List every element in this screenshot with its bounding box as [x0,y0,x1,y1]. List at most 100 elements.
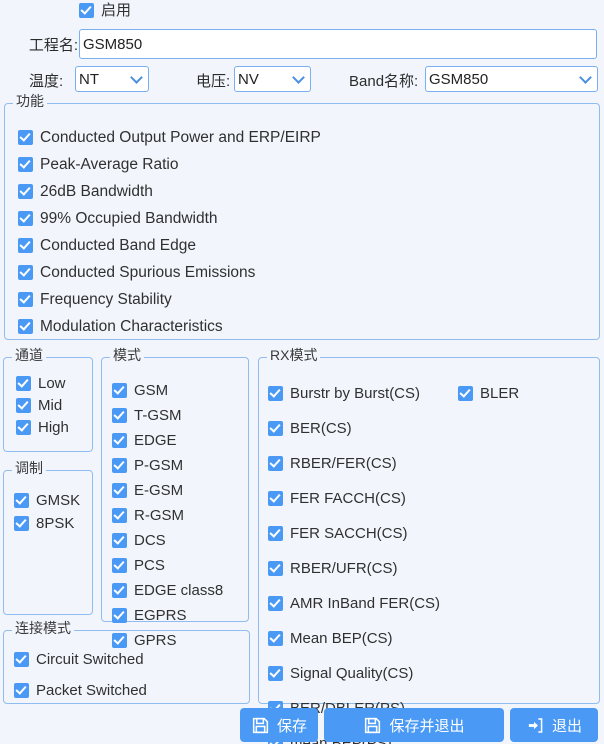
function-checkbox-row[interactable]: Peak-Average Ratio [18,151,321,178]
channel-checkbox-row[interactable]: Mid [16,394,69,416]
rx-label: Mean BEP(CS) [290,630,393,647]
save-button-label: 保存 [276,717,307,735]
mode-checkbox[interactable] [112,458,127,473]
mode-checkbox-row[interactable]: GSM [112,378,223,403]
rx-checkbox-row[interactable]: RBER/UFR(CS) [268,551,519,586]
rx-checkbox[interactable] [268,526,283,541]
band-name-select[interactable]: GSM850 [425,66,598,92]
mode-checkbox[interactable] [112,583,127,598]
rx-checkbox[interactable] [268,561,283,576]
mode-label: EGPRS [134,607,187,624]
rx-checkbox-row[interactable]: Mean BEP(CS) [268,621,519,656]
mode-label: EDGE [134,432,177,449]
modulation-checkbox-row[interactable]: 8PSK [14,512,80,535]
mode-checkbox[interactable] [112,408,127,423]
function-checkbox-row[interactable]: 26dB Bandwidth [18,178,321,205]
rx-checkbox[interactable] [268,666,283,681]
rx-label: AMR InBand FER(CS) [290,595,441,612]
mode-checkbox[interactable] [112,633,127,648]
rx-checkbox[interactable] [268,596,283,611]
mode-checkbox-row[interactable]: GPRS [112,628,223,653]
mode-checkbox[interactable] [112,608,127,623]
enable-label: 启用 [101,2,132,19]
rx-checkbox-row[interactable]: RBER/FER(CS) [268,446,519,481]
function-checkbox[interactable] [18,319,33,334]
connection-label: Circuit Switched [36,651,144,668]
mode-checkbox[interactable] [112,383,127,398]
function-label: Frequency Stability [40,290,172,308]
rx-checkbox-row[interactable]: BER(CS) [268,411,519,446]
function-checkbox[interactable] [18,130,33,145]
mode-label: P-GSM [134,457,184,474]
mode-checkbox-row[interactable]: DCS [112,528,223,553]
rx-checkbox[interactable] [268,491,283,506]
mode-checkbox-row[interactable]: EDGE [112,428,223,453]
mode-checkbox-row[interactable]: EDGE class8 [112,578,223,603]
temperature-label: 温度: [29,73,64,90]
channel-checkbox-row[interactable]: Low [16,372,69,394]
mode-checkbox-row[interactable]: PCS [112,553,223,578]
rx-checkbox-row[interactable]: FER SACCH(CS) [268,516,519,551]
rx-checkbox[interactable] [268,386,283,401]
mode-checkbox-row[interactable]: EGPRS [112,603,223,628]
mode-checkbox-row[interactable]: E-GSM [112,478,223,503]
function-checkbox-row[interactable]: Conducted Output Power and ERP/EIRP [18,124,321,151]
function-label: Modulation Characteristics [40,317,223,335]
function-checkbox-row[interactable]: Frequency Stability [18,286,321,313]
function-checkbox[interactable] [18,238,33,253]
function-checkbox[interactable] [18,211,33,226]
exit-button-label: 退出 [551,717,582,735]
mode-checkbox-row[interactable]: T-GSM [112,403,223,428]
exit-button[interactable]: 退出 [510,708,598,742]
function-checkbox-row[interactable]: 99% Occupied Bandwidth [18,205,321,232]
rx-checkbox[interactable] [458,386,474,401]
mode-checkbox[interactable] [112,558,127,573]
rx-checkbox[interactable] [268,421,283,436]
function-checkbox[interactable] [18,265,33,280]
rx-checkbox-row[interactable]: Signal Quality(CS) [268,656,519,691]
connection-checkbox-row[interactable]: Packet Switched [14,675,147,706]
rx-mode-group-title: RX模式 [267,348,321,362]
voltage-select[interactable]: NV [234,66,311,92]
modulation-checkbox[interactable] [14,493,29,508]
mode-checkbox[interactable] [112,433,127,448]
rx-label: BLER [480,385,520,402]
project-name-input[interactable] [79,29,597,59]
rx-checkbox-row[interactable]: Burstr by Burst(CS) [268,386,420,401]
mode-checkbox-row[interactable]: R-GSM [112,503,223,528]
save-and-exit-button[interactable]: 保存并退出 [324,708,504,742]
mode-label: E-GSM [134,482,184,499]
function-checkbox-row[interactable]: Conducted Spurious Emissions [18,259,321,286]
channel-checkbox-row[interactable]: High [16,416,69,438]
band-name-label: Band名称: [349,73,419,90]
chevron-down-icon [130,71,143,84]
enable-checkbox[interactable] [79,3,94,18]
function-checkbox[interactable] [18,157,33,172]
channel-checkbox[interactable] [16,397,31,413]
chevron-down-icon [579,71,592,84]
function-checkbox-row[interactable]: Conducted Band Edge [18,232,321,259]
rx-checkbox-row[interactable]: FER FACCH(CS) [268,481,519,516]
rx-checkbox[interactable] [268,456,283,471]
mode-checkbox[interactable] [112,508,127,523]
save-button[interactable]: 保存 [240,708,318,742]
chevron-down-icon [292,71,305,84]
modulation-checkbox-row[interactable]: GMSK [14,489,80,512]
channel-checkbox[interactable] [16,375,31,391]
function-checkbox-row[interactable]: Modulation Characteristics [18,313,321,340]
enable-checkbox-row[interactable]: 启用 [79,3,131,18]
mode-checkbox[interactable] [112,533,127,548]
temperature-value: NT [79,70,99,88]
rx-checkbox-row[interactable]: AMR InBand FER(CS) [268,586,519,621]
rx-checkbox[interactable] [268,631,283,646]
connection-checkbox[interactable] [14,683,29,698]
mode-checkbox[interactable] [112,483,127,498]
rx-checkbox-row[interactable]: BLER [458,386,519,401]
mode-checkbox-row[interactable]: P-GSM [112,453,223,478]
connection-checkbox[interactable] [14,652,29,667]
channel-checkbox[interactable] [16,419,31,435]
modulation-checkbox[interactable] [14,516,29,531]
function-checkbox[interactable] [18,292,33,307]
function-checkbox[interactable] [18,184,33,199]
temperature-select[interactable]: NT [75,66,149,92]
